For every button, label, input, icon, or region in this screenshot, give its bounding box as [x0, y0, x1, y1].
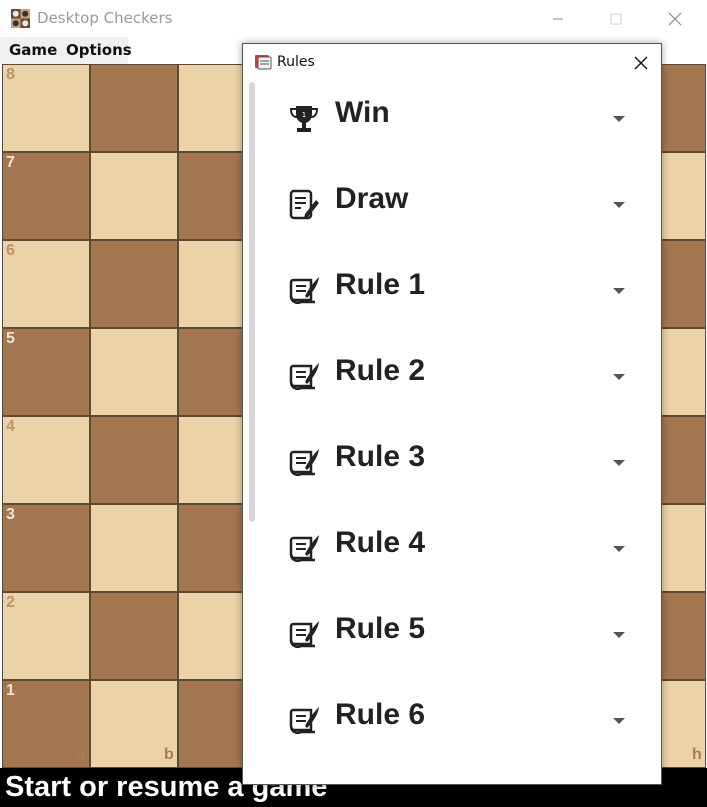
scrollbar[interactable] [249, 82, 255, 522]
chevron-down-icon[interactable] [613, 546, 625, 552]
rule-item-rule-4[interactable]: Rule 4 [263, 512, 653, 598]
rule-label: Rule 3 [335, 440, 426, 473]
menu-options[interactable]: Options [66, 41, 132, 59]
rule-label: Rule 4 [335, 526, 426, 559]
checkers-board-icon [11, 9, 30, 28]
rank-label: 8 [6, 66, 15, 83]
rank-label: 4 [6, 418, 15, 435]
dialog-close-button[interactable] [629, 51, 653, 75]
rank-label: 1 [6, 682, 15, 699]
rule-label: Win [335, 96, 390, 129]
rule-item-rule-2[interactable]: Rule 2 [263, 340, 653, 426]
board-square[interactable] [90, 592, 178, 680]
rank-label: 5 [6, 330, 15, 347]
close-window-button[interactable] [652, 0, 698, 37]
trophy-icon: 1 [289, 106, 319, 132]
rule-label: Rule 5 [335, 612, 426, 645]
scroll-quill-icon [289, 363, 319, 390]
svg-text:1: 1 [302, 111, 306, 119]
scroll-quill-icon [289, 707, 319, 734]
chevron-down-icon[interactable] [613, 288, 625, 294]
chevron-down-icon[interactable] [613, 632, 625, 638]
chevron-down-icon[interactable] [613, 202, 625, 208]
close-icon [668, 12, 682, 25]
minimize-icon [553, 18, 563, 19]
chevron-down-icon[interactable] [613, 116, 625, 122]
menu-game[interactable]: Game [9, 41, 57, 59]
board-square[interactable] [90, 328, 178, 416]
board-square[interactable] [2, 416, 90, 504]
rule-item-rule-5[interactable]: Rule 5 [263, 598, 653, 684]
rule-label: Draw [335, 182, 409, 215]
rule-item-rule-6[interactable]: Rule 6 [263, 684, 653, 770]
rule-item-draw[interactable]: Draw [263, 168, 653, 254]
chevron-down-icon[interactable] [613, 374, 625, 380]
scroll-quill-icon [289, 535, 319, 562]
rule-label: Rule 2 [335, 354, 426, 387]
board-square[interactable] [2, 64, 90, 152]
board-square[interactable] [90, 416, 178, 504]
board-square[interactable] [2, 328, 90, 416]
rules-book-icon [255, 55, 272, 70]
rank-label: 2 [6, 594, 15, 611]
board-square[interactable] [2, 240, 90, 328]
rule-item-rule-1[interactable]: Rule 1 [263, 254, 653, 340]
rank-label: 3 [6, 506, 15, 523]
board-square[interactable] [90, 152, 178, 240]
board-square[interactable] [90, 240, 178, 328]
scroll-quill-icon [289, 277, 319, 304]
dialog-title: Rules [277, 54, 315, 70]
file-label: h [692, 746, 702, 763]
maximize-icon [610, 13, 622, 24]
board-square[interactable] [2, 152, 90, 240]
maximize-button[interactable] [593, 0, 639, 37]
board-square[interactable] [2, 592, 90, 680]
rule-item-win[interactable]: 1 Win [263, 82, 653, 168]
close-icon [634, 56, 648, 70]
document-edit-icon [289, 189, 319, 220]
minimize-button[interactable] [535, 0, 581, 37]
board-square[interactable] [2, 504, 90, 592]
chevron-down-icon[interactable] [613, 460, 625, 466]
chevron-down-icon[interactable] [613, 718, 625, 724]
rule-label: Rule 1 [335, 268, 426, 301]
board-square[interactable] [90, 64, 178, 152]
rule-label: Rule 6 [335, 698, 426, 731]
rank-label: 6 [6, 242, 15, 259]
file-label: b [164, 746, 174, 763]
file-label: a [76, 746, 85, 763]
scroll-quill-icon [289, 449, 319, 476]
window-title: Desktop Checkers [37, 9, 173, 27]
scroll-quill-icon [289, 621, 319, 648]
rules-dialog: Rules 1 Win Draw Rule 1 Rule 2 Rule 3 Ru… [242, 43, 662, 785]
rank-label: 7 [6, 154, 15, 171]
rule-item-rule-3[interactable]: Rule 3 [263, 426, 653, 512]
board-square[interactable] [90, 504, 178, 592]
